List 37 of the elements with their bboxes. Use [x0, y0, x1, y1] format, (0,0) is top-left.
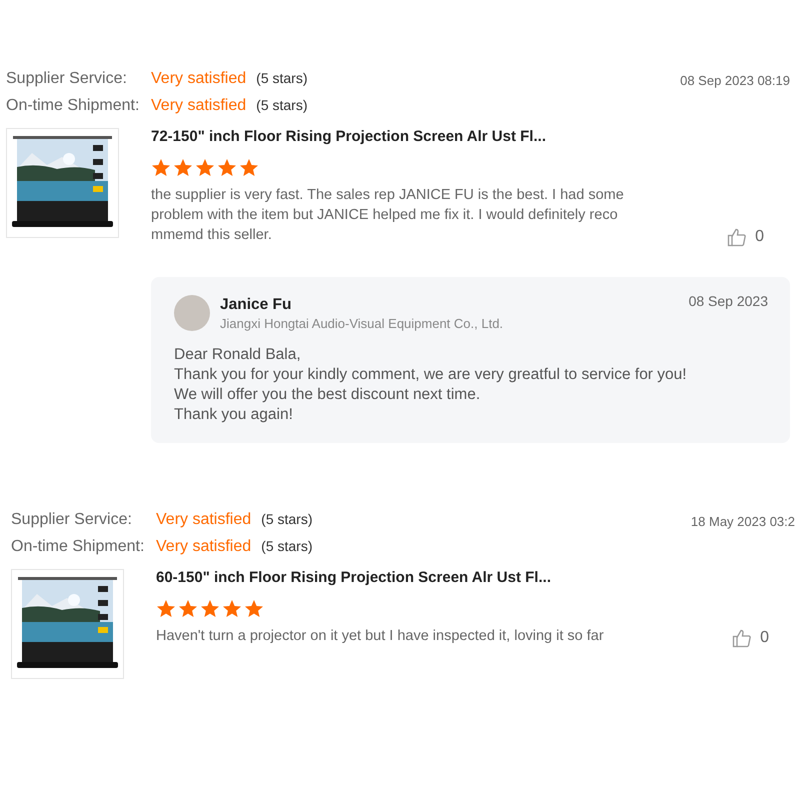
- review-date: 18 May 2023 03:2: [690, 513, 795, 529]
- star-icon: [173, 158, 193, 178]
- rating-label: On-time Shipment:: [11, 538, 146, 556]
- like-button[interactable]: 0: [732, 628, 769, 648]
- review-comment: the supplier is very fast. The sales rep JANICE FU is the best. I had some problem with the item but JANICE helped me fix it. I would definitely reco mmemd this seller.: [151, 186, 625, 245]
- star-icon: [244, 599, 264, 619]
- star-icon: [151, 158, 171, 178]
- star-icon: [156, 599, 176, 619]
- rating-stars-count: (5 stars): [261, 511, 312, 527]
- review-comment: Haven't turn a projector on it yet but I have inspected it, loving it so far: [156, 627, 605, 646]
- thumbs-up-icon[interactable]: [727, 227, 748, 247]
- rating-value: Very satisfied: [151, 70, 246, 88]
- rating-stars-count: (5 stars): [261, 538, 312, 554]
- rating-value: Very satisfied: [151, 97, 246, 115]
- star-icon: [195, 158, 215, 178]
- reply-date: 08 Sep 2023: [688, 293, 768, 309]
- avatar: [174, 295, 210, 331]
- rating-stars-count: (5 stars): [256, 97, 308, 113]
- reply-message: Dear Ronald Bala, Thank you for your kindly comment, we are very greatful to service for you! We will offer you the best discount next time. Thank you again!: [174, 345, 688, 425]
- review-date: 08 Sep 2023 08:19: [680, 72, 790, 88]
- star-icon: [200, 599, 220, 619]
- rating-value: Very satisfied: [156, 538, 252, 556]
- product-title[interactable]: 60-150" inch Floor Rising Projection Screen Alr Ust Fl...: [156, 569, 795, 586]
- rating-label: Supplier Service:: [11, 511, 133, 529]
- company-name: Jiangxi Hongtai Audio-Visual Equipment Co., Ltd.: [220, 316, 504, 330]
- star-icon: [222, 599, 242, 619]
- product-title[interactable]: 72-150" inch Floor Rising Projection Screen Alr Ust Fl...: [151, 128, 790, 145]
- rating-label: Supplier Service:: [6, 70, 128, 88]
- rating-value: Very satisfied: [156, 511, 252, 529]
- rating-label: On-time Shipment:: [6, 97, 140, 115]
- replier-name: Janice Fu: [220, 296, 292, 314]
- star-icon: [239, 158, 259, 178]
- like-button[interactable]: 0: [727, 227, 764, 247]
- thumbs-up-icon[interactable]: [732, 628, 752, 648]
- star-icon: [178, 599, 198, 619]
- rating-stars-count: (5 stars): [256, 70, 308, 86]
- star-icon: [217, 158, 237, 178]
